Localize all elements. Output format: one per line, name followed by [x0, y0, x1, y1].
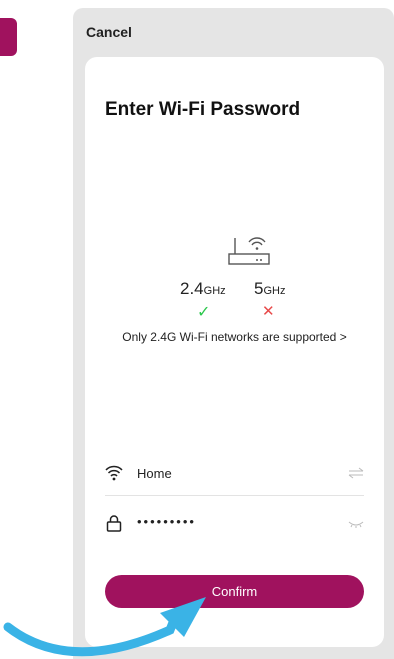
check-icon: ✓	[197, 304, 211, 321]
band-5-label: 5GHz	[254, 279, 286, 298]
password-value: •••••••••	[137, 514, 196, 529]
field-divider	[105, 495, 364, 496]
arrow-annotation	[3, 597, 206, 657]
page-title: Enter Wi-Fi Password	[105, 99, 301, 120]
cross-icon: ✕	[262, 303, 275, 320]
band-24-label: 2.4GHz	[180, 279, 226, 298]
wifi-icon	[105, 465, 123, 481]
router-icon	[228, 237, 270, 265]
band-support-link[interactable]: Only 2.4G Wi-Fi networks are supported >	[85, 330, 384, 344]
lock-icon	[106, 515, 122, 532]
bottom-sheet: Cancel Enter Wi-Fi Password 2.4GHz 5GHz …	[73, 8, 394, 659]
corner-tab	[0, 18, 17, 56]
band-labels: 2.4GHz 5GHz	[180, 279, 320, 299]
network-field[interactable]: Home	[105, 456, 364, 492]
network-name: Home	[137, 466, 172, 481]
wifi-card: Enter Wi-Fi Password 2.4GHz 5GHz ✓ ✕ Onl…	[85, 57, 384, 647]
eye-closed-icon[interactable]	[348, 517, 364, 529]
password-field[interactable]: •••••••••	[105, 506, 364, 542]
swap-icon[interactable]	[348, 467, 364, 479]
cancel-button[interactable]: Cancel	[86, 24, 132, 40]
